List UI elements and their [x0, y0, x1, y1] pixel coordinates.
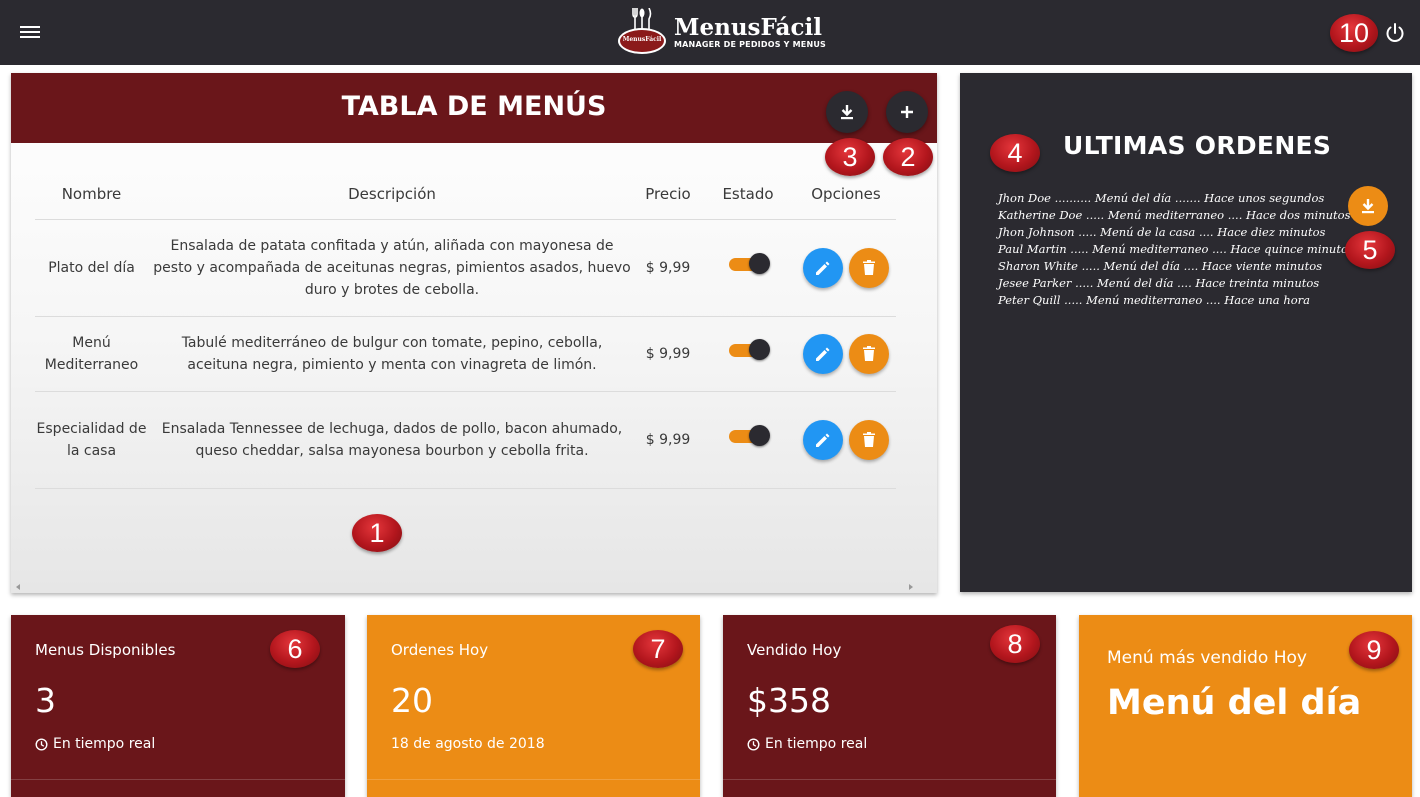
logo-badge-text: MenusFácil	[622, 36, 662, 43]
table-header-row: Nombre Descripción Precio Estado Opcione…	[35, 170, 896, 220]
menu-name: Plato del día	[35, 219, 148, 317]
list-item: Katherine Doe ..... Menú mediterraneo ..…	[998, 208, 1351, 222]
logo-oval: MenusFácil	[618, 28, 666, 54]
brand-name: MenusFácil	[674, 13, 822, 41]
horizontal-scrollbar[interactable]	[11, 581, 937, 593]
trash-icon	[863, 431, 875, 447]
stat-footer: En tiempo real	[35, 736, 155, 752]
download-menus-button[interactable]	[826, 91, 868, 133]
marker-5: 5	[1345, 231, 1395, 269]
menu-description: Ensalada Tennessee de lechuga, dados de …	[148, 391, 636, 489]
edit-button[interactable]	[803, 333, 843, 374]
trash-icon	[863, 345, 875, 361]
edit-button[interactable]	[803, 419, 843, 460]
stat-title: Vendido Hoy	[747, 641, 842, 659]
status-toggle[interactable]	[729, 339, 770, 360]
stat-footer: 18 de agosto de 2018	[391, 736, 545, 752]
marker-1: 1	[352, 514, 402, 552]
delete-button[interactable]	[849, 333, 889, 374]
list-item: Peter Quill ..... Menú mediterraneo ....…	[998, 293, 1311, 307]
top-bar: MenusFácil MenusFácil MANAGER DE PEDIDOS…	[0, 0, 1420, 65]
hamburger-icon[interactable]	[20, 23, 40, 41]
menu-name: Menú Mediterraneo	[35, 316, 148, 392]
menus-table: Nombre Descripción Precio Estado Opcione…	[35, 170, 896, 489]
table-row: Menú Mediterraneo Tabulé mediterráneo de…	[35, 316, 896, 392]
download-icon	[841, 105, 853, 120]
power-icon[interactable]	[1384, 22, 1406, 44]
menu-table-header: TABLA DE MENÚS	[11, 73, 937, 143]
marker-7: 7	[633, 630, 683, 668]
marker-10: 10	[1330, 14, 1378, 52]
table-row: Especialidad de la casa Ensalada Tenness…	[35, 391, 896, 489]
stat-value: 3	[35, 681, 56, 720]
menu-price: $ 9,99	[636, 219, 700, 317]
marker-3: 3	[825, 138, 875, 176]
marker-6: 6	[270, 630, 320, 668]
trash-icon	[863, 259, 875, 275]
menu-table-card: TABLA DE MENÚS Nombre Descripción Precio…	[11, 73, 937, 645]
utensils-icon	[632, 8, 652, 30]
clock-icon	[747, 737, 760, 751]
list-item: Jhon Johnson ..... Menú de la casa .... …	[998, 225, 1326, 239]
column-header-nombre[interactable]: Nombre	[35, 170, 148, 220]
column-header-descripcion[interactable]: Descripción	[148, 170, 636, 220]
menu-name: Especialidad de la casa	[35, 391, 148, 489]
stat-title: Menus Disponibles	[35, 641, 176, 659]
menu-description: Tabulé mediterráneo de bulgur con tomate…	[148, 316, 636, 392]
stat-footer-text: 18 de agosto de 2018	[391, 736, 545, 752]
plus-icon	[901, 106, 913, 118]
stat-value: $358	[747, 681, 831, 720]
stat-footer: En tiempo real	[747, 736, 867, 752]
brand-tagline: MANAGER DE PEDIDOS Y MENUS	[674, 39, 826, 49]
brand-logo: MenusFácil MenusFácil MANAGER DE PEDIDOS…	[616, 6, 826, 58]
stat-footer-text: En tiempo real	[53, 736, 156, 752]
menu-description: Ensalada de patata confitada y atún, ali…	[148, 219, 636, 317]
logo-badge: MenusFácil	[616, 8, 668, 56]
clock-icon	[35, 737, 48, 751]
stat-value: Menú del día	[1107, 683, 1362, 723]
stat-value: 20	[391, 681, 433, 720]
stat-title: Menú más vendido Hoy	[1107, 648, 1307, 668]
column-header-estado[interactable]: Estado	[700, 170, 796, 220]
marker-2: 2	[883, 138, 933, 176]
latest-orders-title: ULTIMAS ORDENES	[1063, 131, 1332, 160]
table-row: Plato del día Ensalada de patata confita…	[35, 219, 896, 317]
orders-list: Jhon Doe .......... Menú del día .......…	[998, 190, 1354, 309]
status-toggle[interactable]	[729, 253, 770, 274]
menu-price: $ 9,99	[636, 316, 700, 392]
pencil-icon	[816, 433, 830, 447]
add-menu-button[interactable]	[886, 91, 928, 133]
delete-button[interactable]	[849, 419, 889, 460]
list-item: Paul Martin ..... Menú mediterraneo ....…	[998, 242, 1354, 256]
pencil-icon	[816, 261, 830, 275]
menu-price: $ 9,99	[636, 391, 700, 489]
column-header-precio[interactable]: Precio	[636, 170, 700, 220]
download-icon	[1362, 199, 1374, 214]
pencil-icon	[816, 347, 830, 361]
download-orders-button[interactable]	[1348, 186, 1388, 226]
marker-9: 9	[1349, 631, 1399, 669]
list-item: Jhon Doe .......... Menú del día .......…	[998, 191, 1325, 205]
marker-4: 4	[990, 134, 1040, 172]
marker-8: 8	[990, 625, 1040, 663]
delete-button[interactable]	[849, 247, 889, 288]
status-toggle[interactable]	[729, 425, 770, 446]
stat-footer-text: En tiempo real	[765, 736, 868, 752]
menu-table-title: TABLA DE MENÚS	[341, 91, 607, 122]
list-item: Sharon White ..... Menú del día .... Hac…	[998, 259, 1323, 273]
edit-button[interactable]	[803, 247, 843, 288]
stat-title: Ordenes Hoy	[391, 641, 489, 659]
column-header-opciones: Opciones	[796, 170, 896, 220]
list-item: Jesee Parker ..... Menú del día .... Hac…	[998, 276, 1320, 290]
